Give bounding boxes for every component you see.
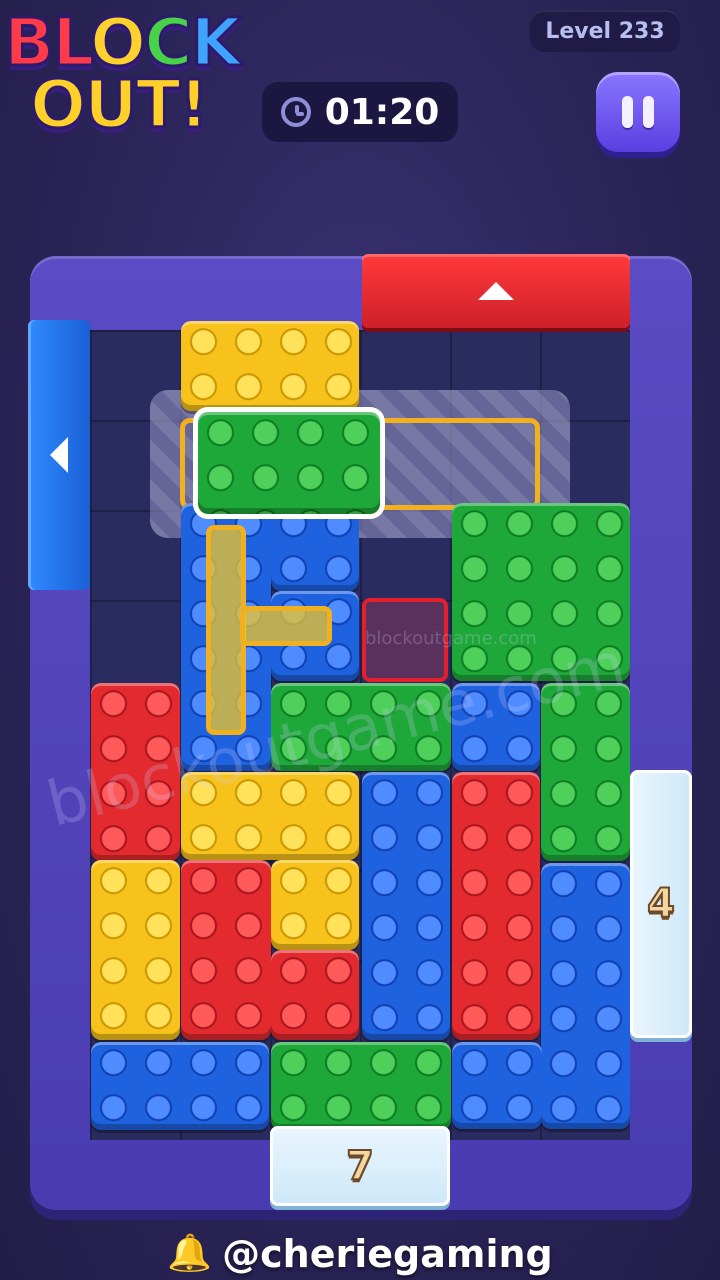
watermark-small: blockoutgame.com bbox=[365, 628, 537, 649]
block-green-middle[interactable] bbox=[271, 683, 451, 771]
block-red-left[interactable] bbox=[91, 683, 180, 861]
block-blue-center-vertical[interactable] bbox=[362, 772, 450, 1040]
block-yellow-top[interactable] bbox=[181, 321, 359, 411]
block-green-bottom[interactable] bbox=[271, 1042, 451, 1130]
block-red-l-foot[interactable] bbox=[271, 950, 359, 1040]
timer-value: 01:20 bbox=[324, 91, 440, 133]
arrow-up-icon bbox=[478, 282, 514, 300]
ice-gate-bottom-count: 7 bbox=[345, 1142, 375, 1190]
block-red-l-vertical[interactable] bbox=[181, 860, 271, 1040]
block-blue-right-foot[interactable] bbox=[452, 1042, 542, 1129]
ice-gate-right: 4 bbox=[630, 770, 692, 1038]
bell-icon: 🔔 bbox=[167, 1233, 213, 1274]
block-yellow-mid-top[interactable] bbox=[181, 772, 359, 860]
ghost-yellow-shape-arm bbox=[240, 606, 332, 646]
creator-credit: 🔔 @cheriegaming bbox=[0, 1228, 720, 1280]
timer: 01:20 bbox=[262, 82, 458, 142]
block-blue-left-top[interactable] bbox=[271, 503, 359, 591]
creator-handle: @cheriegaming bbox=[222, 1232, 553, 1276]
level-indicator: Level 233 bbox=[530, 10, 680, 52]
block-yellow-left-low[interactable] bbox=[91, 860, 180, 1040]
block-blue-bottom-left[interactable] bbox=[91, 1042, 269, 1130]
block-blue-small-right[interactable] bbox=[452, 683, 540, 771]
pause-icon bbox=[622, 96, 633, 128]
block-blue-right-vertical[interactable] bbox=[541, 863, 630, 1129]
block-red-right-vertical[interactable] bbox=[452, 772, 540, 1040]
block-green-big-right[interactable] bbox=[452, 503, 630, 681]
game-logo: BLOCK OUT! bbox=[0, 0, 270, 150]
logo-line-2: OUT! bbox=[29, 65, 211, 145]
ice-gate-bottom: 7 bbox=[270, 1126, 450, 1206]
exit-gate-left-blue bbox=[28, 320, 90, 590]
ice-gate-right-count: 4 bbox=[646, 880, 676, 928]
pause-icon-bar bbox=[643, 96, 654, 128]
block-green-selected[interactable] bbox=[198, 412, 380, 514]
block-green-vertical-right[interactable] bbox=[541, 683, 630, 861]
clock-icon bbox=[280, 97, 311, 127]
pause-button[interactable] bbox=[596, 72, 680, 152]
block-yellow-mid-stem[interactable] bbox=[271, 860, 359, 950]
exit-gate-top-red bbox=[362, 254, 630, 328]
arrow-left-icon bbox=[50, 437, 68, 473]
